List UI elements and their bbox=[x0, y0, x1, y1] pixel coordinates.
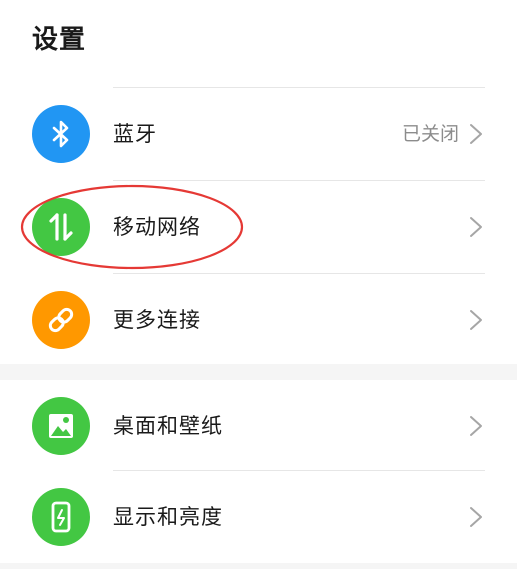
settings-item-bluetooth[interactable]: 蓝牙 已关闭 bbox=[0, 88, 517, 180]
settings-item-mobile-network[interactable]: 移动网络 bbox=[0, 181, 517, 273]
settings-item-label: 显示和亮度 bbox=[113, 505, 223, 529]
wallpaper-icon bbox=[32, 397, 90, 455]
section-gap bbox=[0, 563, 517, 569]
chevron-right-icon bbox=[470, 217, 482, 237]
chevron-right-icon bbox=[470, 416, 482, 436]
section-gap bbox=[0, 364, 517, 380]
mobile-data-icon bbox=[32, 198, 90, 256]
bluetooth-icon bbox=[32, 105, 90, 163]
chevron-right-icon bbox=[470, 507, 482, 527]
settings-item-label: 桌面和壁纸 bbox=[113, 414, 223, 438]
settings-item-wallpaper[interactable]: 桌面和壁纸 bbox=[0, 380, 517, 472]
chevron-right-icon bbox=[470, 310, 482, 330]
bluetooth-status: 已关闭 bbox=[401, 123, 459, 145]
settings-item-label: 移动网络 bbox=[113, 215, 201, 239]
settings-item-label: 蓝牙 bbox=[113, 122, 157, 146]
settings-group-connectivity: 蓝牙 已关闭 移动网络 更多连接 bbox=[0, 87, 517, 364]
settings-item-label: 更多连接 bbox=[113, 308, 201, 332]
settings-item-display[interactable]: 显示和亮度 bbox=[0, 471, 517, 563]
settings-item-more-connections[interactable]: 更多连接 bbox=[0, 274, 517, 366]
chevron-right-icon bbox=[470, 124, 482, 144]
display-icon bbox=[32, 488, 90, 546]
link-icon bbox=[32, 291, 90, 349]
settings-group-display: 桌面和壁纸 显示和亮度 bbox=[0, 380, 517, 566]
page-title: 设置 bbox=[32, 25, 87, 55]
